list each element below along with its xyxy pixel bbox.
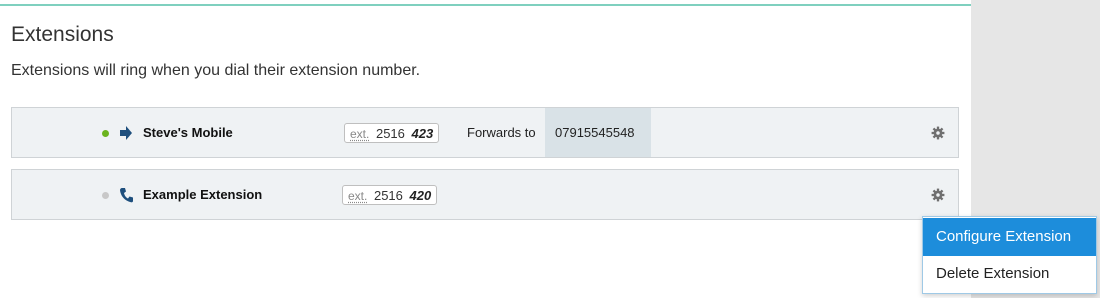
extension-name[interactable]: Steve's Mobile — [143, 125, 233, 140]
gear-icon[interactable] — [931, 126, 945, 140]
configure-extension-menu-item[interactable]: Configure Extension — [923, 218, 1096, 256]
extension-number-badge: ext. 2516 420 — [342, 185, 438, 205]
ext-prefix: 2516 — [373, 188, 403, 203]
extensions-panel: Extensions Extensions will ring when you… — [0, 0, 971, 275]
extension-context-menu: Configure Extension Delete Extension — [922, 216, 1097, 294]
ext-suffix: 423 — [411, 126, 434, 141]
extension-name[interactable]: Example Extension — [143, 187, 262, 202]
delete-extension-menu-item[interactable]: Delete Extension — [923, 255, 1096, 293]
ext-abbreviation: ext. — [348, 189, 368, 203]
forward-label: Forwards to — [467, 125, 536, 140]
accent-bar — [0, 4, 971, 6]
status-offline-indicator — [102, 192, 109, 199]
phone-icon — [120, 188, 133, 203]
page-title: Extensions — [11, 23, 114, 46]
forward-number[interactable]: 07915545548 — [545, 108, 651, 157]
forward-arrow-icon — [120, 126, 132, 140]
gear-icon[interactable] — [931, 188, 945, 202]
ext-prefix: 2516 — [375, 126, 405, 141]
status-online-indicator — [102, 130, 109, 137]
extension-row[interactable]: Example Extension ext. 2516 420 — [11, 169, 959, 220]
ext-suffix: 420 — [409, 188, 432, 203]
page-subtitle: Extensions will ring when you dial their… — [11, 62, 421, 79]
extension-row[interactable]: Steve's Mobile ext. 2516 423 Forwards to… — [11, 107, 959, 158]
ext-abbreviation: ext. — [350, 127, 370, 141]
extension-number-badge: ext. 2516 423 — [344, 123, 440, 143]
